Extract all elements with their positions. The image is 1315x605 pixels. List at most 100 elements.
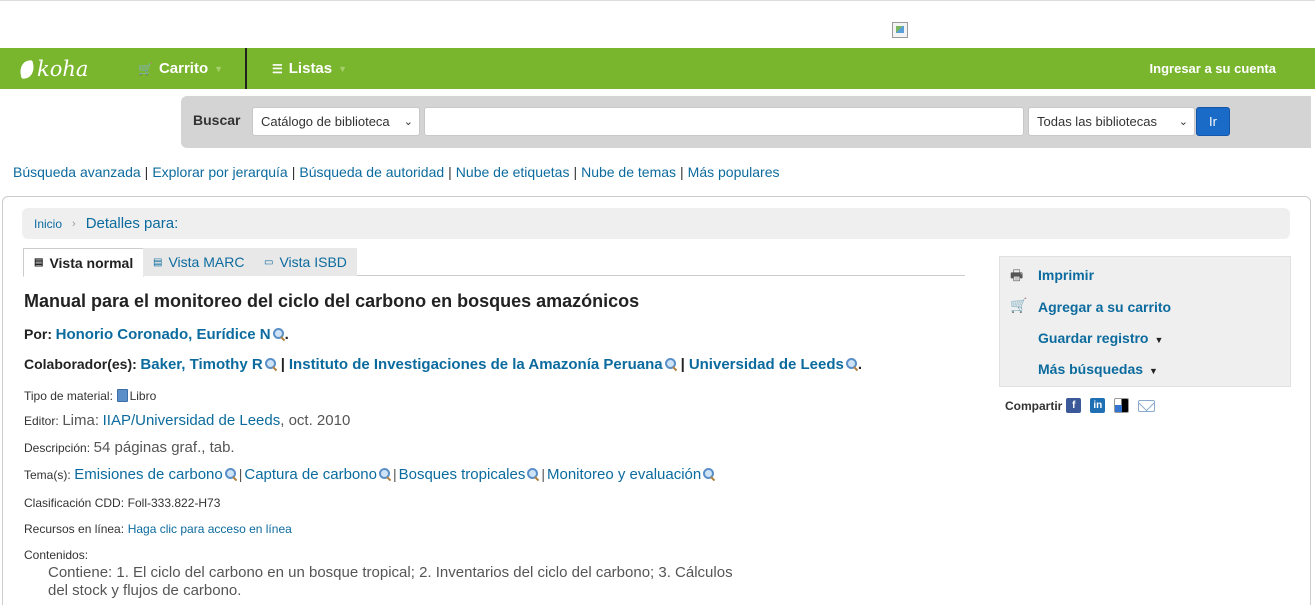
contributor-link[interactable]: Instituto de Investigaciones de la Amazo… [289,356,663,373]
description-label: Descripción: [24,441,91,455]
cart-menu[interactable]: 🛒 Carrito ▼ [138,48,223,89]
breadcrumb-current[interactable]: Detalles para: [86,215,179,232]
book-icon [116,389,128,402]
search-icon[interactable] [272,328,285,340]
search-icon[interactable] [527,468,539,480]
tab-isbd-label: Vista ISBD [279,254,347,270]
koha-logo[interactable]: koha [18,57,89,81]
broken-image-icon [892,22,908,38]
more-searches-dropdown[interactable]: Más búsquedas ▼ [1038,361,1158,377]
tab-isbd-view[interactable]: ▭ Vista ISBD [254,248,357,276]
search-label: Buscar [193,112,241,128]
chevron-down-icon: ⌄ [1178,116,1188,128]
search-icon[interactable] [264,358,277,370]
breadcrumb-home[interactable]: Inicio [34,217,62,231]
breadcrumb-separator-icon: › [72,217,76,230]
publisher-label: Editor: [24,414,59,428]
hierarchy-browse-link[interactable]: Explorar por jerarquía [152,164,287,180]
list-icon: ☰ [272,61,283,76]
email-icon[interactable] [1138,399,1156,412]
ddc-value: Foll-333.822-H73 [127,496,221,510]
leaf-icon [18,59,36,79]
nav-divider [245,48,247,89]
add-to-cart-label: Agregar a su carrito [1038,299,1172,315]
description-row: Descripción: 54 páginas graf., tab. [24,439,235,456]
top-header [0,0,1315,48]
library-select-value: Todas las bibliotecas [1037,114,1157,129]
author-link[interactable]: Honorio Coronado, Eurídice N [56,326,271,343]
contributor-link[interactable]: Baker, Timothy R [140,356,262,373]
library-select[interactable]: Todas las bibliotecas ⌄ [1028,107,1195,136]
contributors-row: Colaborador(es): Baker, Timothy R | Instit… [24,356,863,373]
subject-link[interactable]: Captura de carbono [244,466,377,483]
search-input[interactable] [424,107,1024,136]
contents-label-row: Contenidos: [24,547,88,562]
subjects-label: Tema(s): [24,468,71,482]
linkedin-icon[interactable]: in [1090,398,1106,413]
material-type-value: Libro [129,389,157,403]
search-icon[interactable] [378,468,391,480]
subjects-row: Tema(s): Emisiones de carbono | Captura de… [24,466,715,483]
online-resources-row: Recursos en línea: Haga clic para acceso… [24,521,292,536]
record-title: Manual para el monitoreo del ciclo del c… [24,291,640,311]
delicious-icon[interactable] [1114,398,1130,413]
tab-normal-view[interactable]: ▤ Vista normal [23,248,145,277]
advanced-search-link[interactable]: Búsqueda avanzada [13,164,141,180]
catalog-select[interactable]: Catálogo de biblioteca ⌄ [252,107,420,136]
subject-link[interactable]: Monitoreo y evaluación [547,466,701,483]
most-popular-link[interactable]: Más populares [688,164,780,180]
material-type-row: Tipo de material: Libro [24,388,156,403]
publisher-row: Editor: Lima: IIAP/Universidad de Leeds,… [24,412,350,429]
save-record-dropdown[interactable]: Guardar registro ▼ [1038,330,1163,346]
list-icon: ▤ [153,256,163,268]
navbar: koha 🛒 Carrito ▼ ☰ Listas ▼ Ingresar a su cu… [0,48,1315,89]
search-icon[interactable] [664,358,677,370]
material-type-label: Tipo de material: [24,389,113,403]
share-label: Compartir [1005,398,1063,413]
lists-menu[interactable]: ☰ Listas ▼ [272,48,347,89]
chevron-down-icon: ▼ [338,63,348,74]
contents-label: Contenidos: [24,548,89,562]
share-row: Compartir f in [1005,398,1164,413]
cart-icon: 🛒 [138,61,153,76]
chevron-down-icon: ⌄ [403,116,413,128]
subject-link[interactable]: Bosques tropicales [399,466,526,483]
go-button[interactable]: Ir [1196,107,1230,136]
print-button[interactable]: Imprimir [1038,267,1094,283]
main-content: Inicio › Detalles para: ▤ Vista normal ▤ V… [2,196,1311,605]
record-actions-panel: 🖶 Imprimir 🛒 Agregar a su carrito Guarda… [999,256,1291,387]
publisher-link[interactable]: IIAP/Universidad de Leeds [103,412,281,429]
logo-text: koha [37,57,89,81]
contents-text: Contiene: 1. El ciclo del carbono en un … [48,564,733,599]
lists-label: Listas [288,60,333,77]
subject-link[interactable]: Emisiones de carbono [74,466,222,483]
cart-label: Carrito [158,60,209,77]
subject-cloud-link[interactable]: Nube de temas [581,164,676,180]
caret-down-icon: ▼ [1149,366,1158,376]
contributor-link[interactable]: Universidad de Leeds [689,356,844,373]
tag-cloud-link[interactable]: Nube de etiquetas [456,164,570,180]
author-row: Por: Honorio Coronado, Eurídice N. [24,326,289,343]
cart-icon: 🛒 [1010,297,1028,313]
search-icon[interactable] [703,468,715,480]
chevron-down-icon: ▼ [214,63,224,74]
login-link[interactable]: Ingresar a su cuenta [1150,48,1276,89]
publisher-place: Lima: [62,412,99,429]
search-icon[interactable] [845,358,858,370]
add-to-cart-button[interactable]: Agregar a su carrito [1038,299,1171,315]
online-access-link[interactable]: Haga clic para acceso en línea [128,522,292,536]
author-label: Por: [24,326,52,342]
authority-search-link[interactable]: Búsqueda de autoridad [299,164,444,180]
online-resources-label: Recursos en línea: [24,522,125,536]
document-icon: ▤ [34,257,44,268]
tab-marc-view[interactable]: ▤ Vista MARC [143,248,255,276]
view-tabs: ▤ Vista normal ▤ Vista MARC ▭ Vista ISBD [23,248,965,277]
search-icon[interactable] [224,468,237,480]
ddc-row: Clasificación CDD: Foll-333.822-H73 [24,495,220,510]
more-searches-label: Más búsquedas [1038,361,1144,377]
facebook-icon[interactable]: f [1066,398,1082,413]
folder-icon: ▭ [264,256,274,268]
publisher-date: , oct. 2010 [280,412,351,429]
more-searches-links: Búsqueda avanzada | Explorar por jerarquía… [13,164,780,180]
printer-icon: 🖶 [1010,267,1024,283]
